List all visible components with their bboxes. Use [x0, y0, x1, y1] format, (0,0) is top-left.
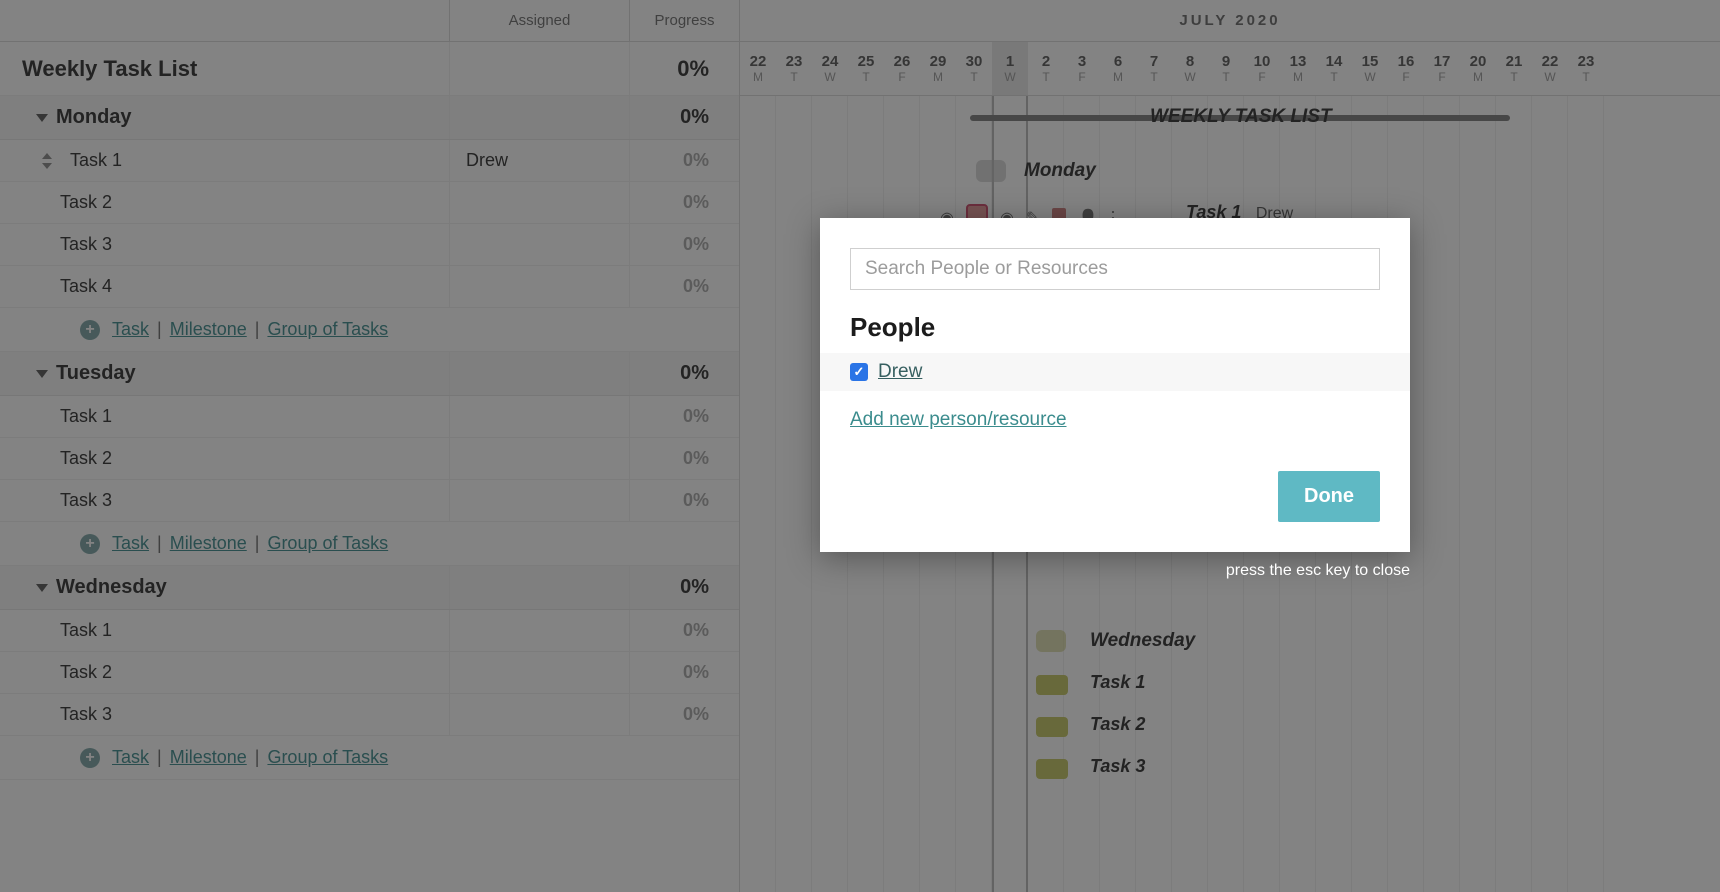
- done-button[interactable]: Done: [1278, 471, 1380, 522]
- person-row[interactable]: ✓ Drew: [820, 353, 1410, 391]
- search-input[interactable]: [850, 248, 1380, 290]
- esc-hint: press the esc key to close: [1226, 562, 1410, 580]
- people-heading: People: [850, 312, 1380, 343]
- person-name-link[interactable]: Drew: [878, 361, 922, 383]
- checkbox-checked-icon[interactable]: ✓: [850, 363, 868, 381]
- add-person-link[interactable]: Add new person/resource: [850, 409, 1380, 431]
- assign-people-modal: People ✓ Drew Add new person/resource Do…: [820, 218, 1410, 552]
